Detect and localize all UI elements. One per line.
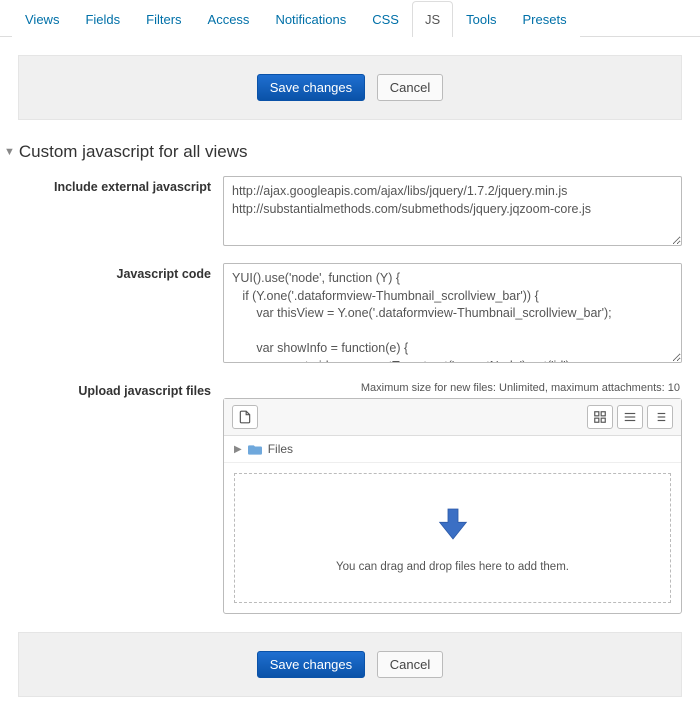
save-button[interactable]: Save changes — [257, 74, 365, 101]
tab-presets[interactable]: Presets — [510, 1, 580, 37]
chevron-down-icon: ▼ — [4, 146, 15, 158]
tab-tools[interactable]: Tools — [453, 1, 509, 37]
filepicker-path-label: Files — [268, 442, 293, 456]
filepicker-view-switcher — [587, 405, 673, 429]
tab-fields[interactable]: Fields — [72, 1, 133, 37]
tab-filters[interactable]: Filters — [133, 1, 194, 37]
file-add-icon — [238, 410, 252, 424]
cancel-button[interactable]: Cancel — [377, 74, 443, 101]
filepicker-toolbar — [224, 399, 681, 436]
list-icon — [623, 410, 637, 424]
top-button-bar: Save changes Cancel — [18, 55, 682, 120]
js-code-textarea[interactable] — [223, 263, 682, 363]
filepicker-path[interactable]: ▶ Files — [224, 436, 681, 463]
filepicker-dropzone[interactable]: You can drag and drop files here to add … — [234, 473, 671, 603]
tab-js[interactable]: JS — [412, 1, 453, 37]
filepicker-maxsize: Maximum size for new files: Unlimited, m… — [223, 382, 680, 394]
section-header[interactable]: ▼ Custom javascript for all views — [0, 138, 700, 168]
tabs-nav: Views Fields Filters Access Notification… — [0, 0, 700, 37]
view-tree-button[interactable] — [647, 405, 673, 429]
section-title: Custom javascript for all views — [19, 142, 248, 162]
triangle-right-icon: ▶ — [234, 444, 242, 455]
grid-icon — [593, 410, 607, 424]
js-code-label: Javascript code — [18, 263, 223, 281]
external-js-textarea[interactable] — [223, 176, 682, 246]
upload-js-label: Upload javascript files — [18, 380, 223, 398]
filepicker: ▶ Files You can drag and drop files here… — [223, 398, 682, 614]
bottom-button-bar: Save changes Cancel — [18, 632, 682, 697]
tab-views[interactable]: Views — [12, 1, 72, 37]
view-icons-button[interactable] — [587, 405, 613, 429]
tab-notifications[interactable]: Notifications — [262, 1, 359, 37]
tab-css[interactable]: CSS — [359, 1, 412, 37]
tab-access[interactable]: Access — [195, 1, 263, 37]
add-file-button[interactable] — [232, 405, 258, 429]
external-js-label: Include external javascript — [18, 176, 223, 194]
view-details-button[interactable] — [617, 405, 643, 429]
tree-icon — [653, 410, 667, 424]
download-arrow-icon — [433, 504, 473, 547]
filepicker-drop-hint: You can drag and drop files here to add … — [336, 561, 569, 573]
folder-icon — [248, 442, 262, 456]
